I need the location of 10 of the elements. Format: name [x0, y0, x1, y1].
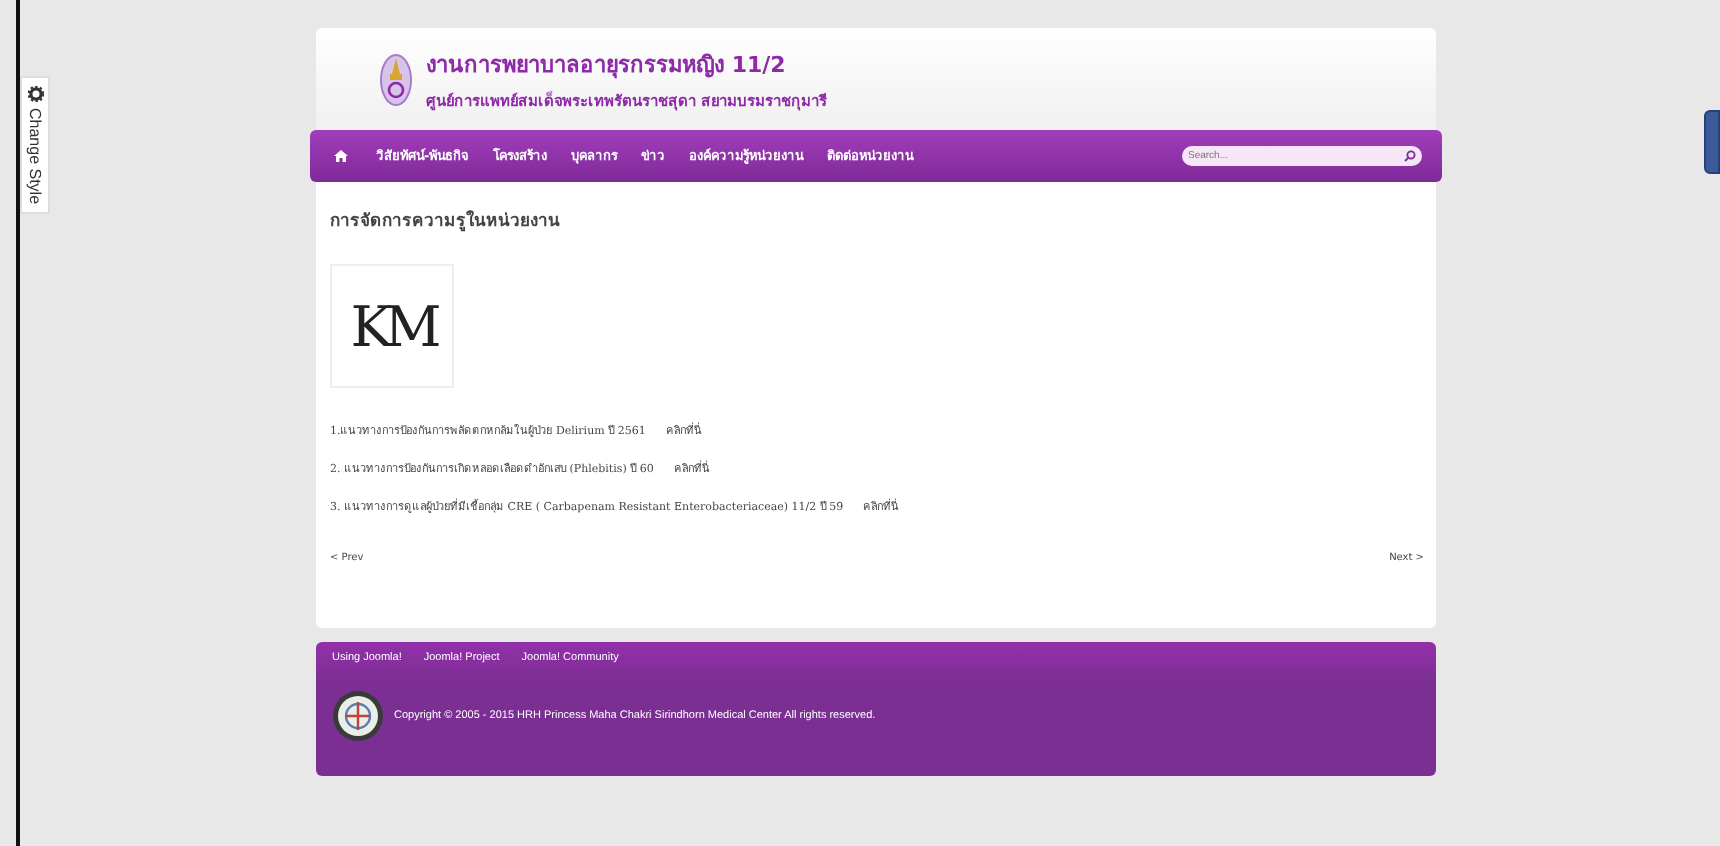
gear-icon	[27, 86, 43, 102]
change-style-tab[interactable]: Change Style	[20, 76, 50, 215]
article-title: การจัดการความรูในหน่วยงาน	[330, 208, 562, 234]
home-icon	[334, 150, 348, 162]
search-icon	[1404, 150, 1416, 162]
logo-icon	[380, 53, 412, 105]
home-link[interactable]	[334, 150, 348, 162]
emblem-icon	[332, 690, 384, 742]
km-logo: KM	[330, 264, 454, 388]
site-title: งานการพยาบาลอายุรกรรมหญิง 11/2	[426, 50, 788, 82]
